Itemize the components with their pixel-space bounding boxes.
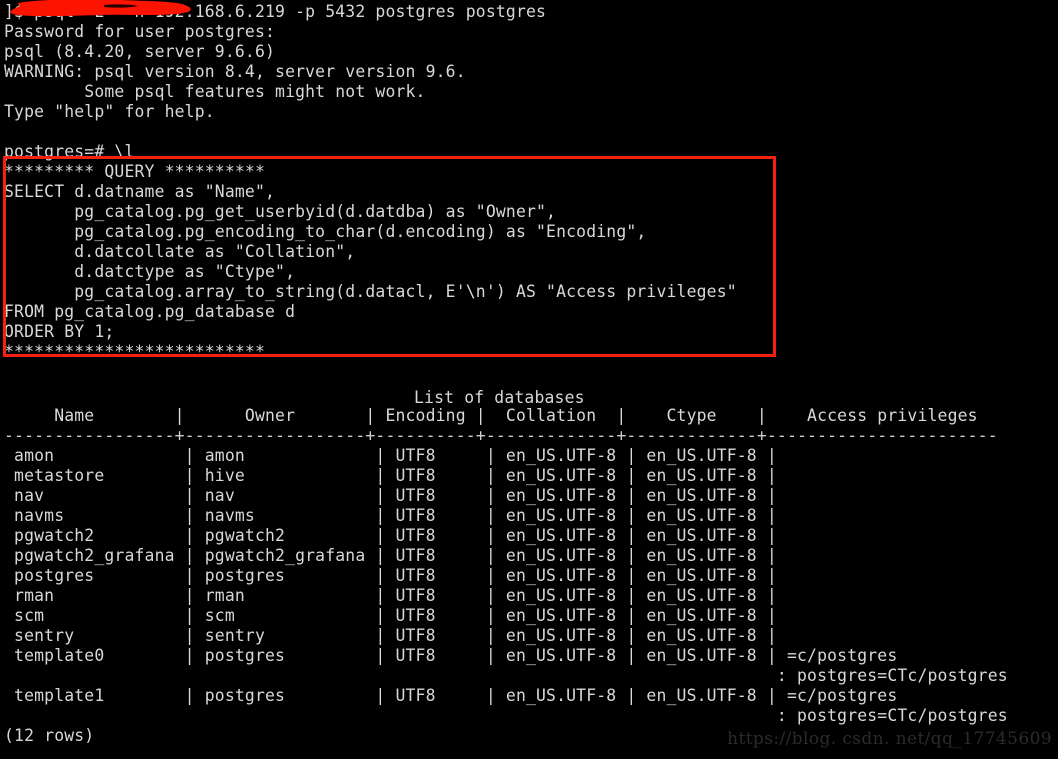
blog-watermark: https://blog. csdn. net/qq_17745609 bbox=[727, 729, 1052, 749]
table-row: amon | amon | UTF8 | en_US.UTF-8 | en_US… bbox=[4, 446, 777, 465]
table-row: pgwatch2 | pgwatch2 | UTF8 | en_US.UTF-8… bbox=[4, 526, 777, 545]
sql-line-encoding: pg_catalog.pg_encoding_to_char(d.encodin… bbox=[4, 222, 647, 241]
psql-version-line: psql (8.4.20, server 9.6.6) bbox=[4, 42, 276, 61]
sql-line-order-by: ORDER BY 1; bbox=[4, 322, 115, 341]
sql-line-access-privileges: pg_catalog.array_to_string(d.datacl, E'\… bbox=[4, 282, 737, 301]
password-prompt-line: Password for user postgres: bbox=[4, 22, 276, 41]
version-warning-detail-line: Some psql features might not work. bbox=[4, 82, 426, 101]
table-row: template0 | postgres | UTF8 | en_US.UTF-… bbox=[4, 646, 898, 665]
table-row: metastore | hive | UTF8 | en_US.UTF-8 | … bbox=[4, 466, 777, 485]
meta-command-line: postgres=# \l bbox=[4, 142, 135, 161]
table-row: rman | rman | UTF8 | en_US.UTF-8 | en_US… bbox=[4, 586, 777, 605]
version-warning-line: WARNING: psql version 8.4, server versio… bbox=[4, 62, 466, 81]
table-row: postgres | postgres | UTF8 | en_US.UTF-8… bbox=[4, 566, 777, 585]
sql-line-from: FROM pg_catalog.pg_database d bbox=[4, 302, 296, 321]
help-hint-line: Type "help" for help. bbox=[4, 102, 215, 121]
query-block-footer: ************************** bbox=[4, 342, 265, 361]
table-row-continuation: : postgres=CTc/postgres bbox=[4, 666, 1008, 685]
table-row: nav | nav | UTF8 | en_US.UTF-8 | en_US.U… bbox=[4, 486, 777, 505]
sql-line-select: SELECT d.datname as "Name", bbox=[4, 182, 276, 201]
result-table-title: List of databases bbox=[414, 388, 585, 407]
table-row: sentry | sentry | UTF8 | en_US.UTF-8 | e… bbox=[4, 626, 777, 645]
sql-line-owner: pg_catalog.pg_get_userbyid(d.datdba) as … bbox=[4, 202, 557, 221]
result-table-separator-row: -----------------+------------------+---… bbox=[4, 426, 998, 445]
result-table-header-row: Name | Owner | Encoding | Collation | Ct… bbox=[4, 406, 978, 425]
shell-prompt-command-line: ]$ psql -E -h 192.168.6.219 -p 5432 post… bbox=[4, 2, 547, 21]
query-block-header: ********* QUERY ********** bbox=[4, 162, 265, 181]
table-row: scm | scm | UTF8 | en_US.UTF-8 | en_US.U… bbox=[4, 606, 777, 625]
table-row: navms | navms | UTF8 | en_US.UTF-8 | en_… bbox=[4, 506, 777, 525]
table-row-continuation: : postgres=CTc/postgres bbox=[4, 706, 1008, 725]
sql-line-ctype: d.datctype as "Ctype", bbox=[4, 262, 296, 281]
row-count-label: (12 rows) bbox=[4, 726, 95, 745]
table-row: pgwatch2_grafana | pgwatch2_grafana | UT… bbox=[4, 546, 777, 565]
sql-line-collation: d.datcollate as "Collation", bbox=[4, 242, 356, 261]
table-row: template1 | postgres | UTF8 | en_US.UTF-… bbox=[4, 686, 898, 705]
terminal-window[interactable]: ]$ psql -E -h 192.168.6.219 -p 5432 post… bbox=[0, 0, 1058, 759]
